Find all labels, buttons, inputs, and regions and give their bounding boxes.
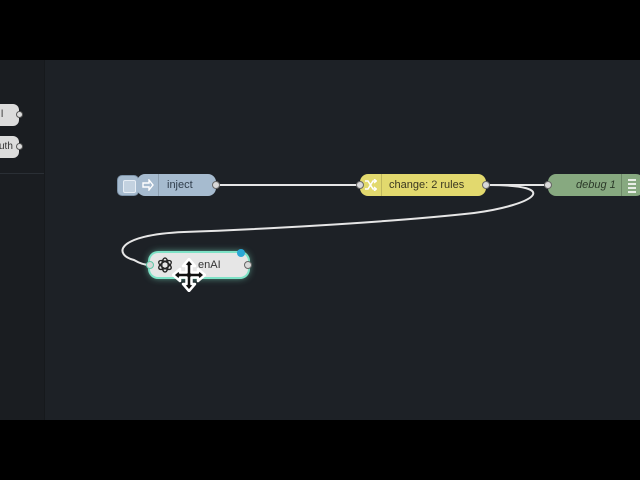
flow-editor-viewport: l uth inject change: 2 rules debug 1 enA… (0, 60, 640, 420)
palette-node-2-port (16, 143, 23, 150)
change-node[interactable]: change: 2 rules (356, 174, 490, 196)
inject-trigger-button[interactable] (117, 175, 139, 196)
workspace[interactable]: inject change: 2 rules debug 1 enAI (44, 60, 640, 420)
node-palette: l uth (0, 60, 45, 420)
changed-indicator (237, 249, 245, 257)
palette-node-1-port (16, 111, 23, 118)
openai-output-port[interactable] (244, 261, 252, 269)
shuffle-icon (365, 179, 377, 191)
change-input-port[interactable] (356, 181, 364, 189)
inject-output-port[interactable] (212, 181, 220, 189)
change-output-port[interactable] (482, 181, 490, 189)
palette-node-1[interactable]: l (0, 104, 23, 126)
openai-input-port[interactable] (146, 261, 154, 269)
change-node-label: change: 2 rules (389, 179, 465, 191)
inject-trigger-square-icon (123, 180, 136, 193)
palette-node-2[interactable]: uth (0, 136, 23, 158)
palette-node-2-label: uth (0, 141, 13, 152)
inject-node[interactable]: inject (137, 174, 220, 196)
wires-layer (121, 184, 548, 266)
debug-node-label: debug 1 (576, 179, 616, 191)
inject-arrow-icon (141, 179, 154, 191)
move-cursor-icon (172, 258, 206, 292)
debug-input-port[interactable] (544, 181, 552, 189)
palette-divider (0, 173, 44, 174)
inject-node-icon-slot (137, 174, 159, 196)
palette-node-1-label: l (1, 109, 4, 120)
debug-list-icon[interactable] (621, 174, 640, 196)
debug-node[interactable]: debug 1 (544, 174, 640, 196)
inject-node-label: inject (167, 179, 193, 191)
